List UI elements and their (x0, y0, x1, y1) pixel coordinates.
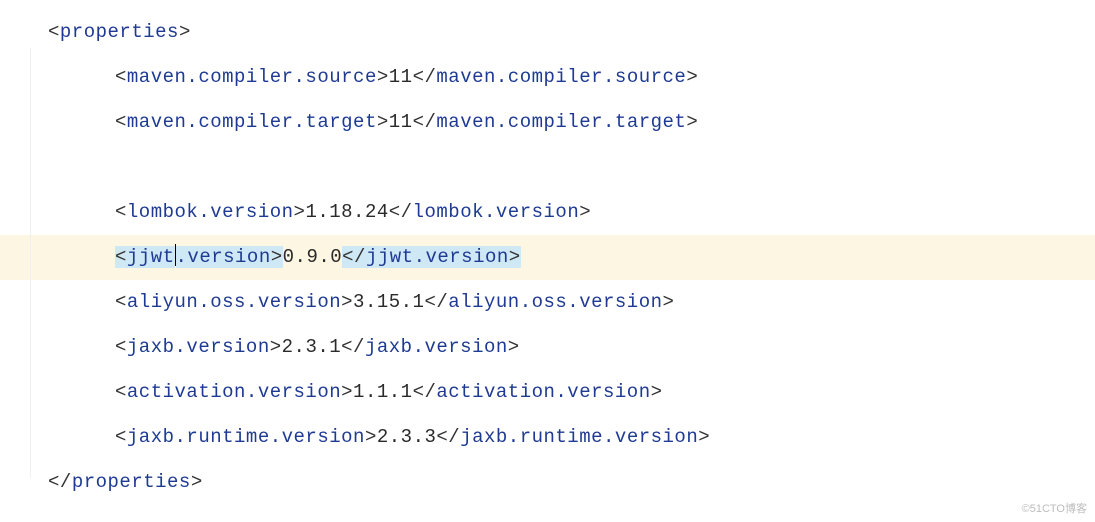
xml-code-block: <properties> <maven.compiler.source>11</… (0, 0, 1095, 505)
property-line-highlighted: <jjwt.version>0.9.0</jjwt.version> (0, 235, 1095, 280)
tag-close-name: lombok.version (413, 201, 580, 223)
gutter-line (30, 48, 31, 478)
tag-value: 11 (389, 111, 413, 133)
tag-value: 1.18.24 (305, 201, 388, 223)
tag-close-name: jaxb.version (365, 336, 508, 358)
property-line: <jaxb.version>2.3.1</jaxb.version> (0, 325, 1095, 370)
text-cursor (175, 244, 176, 266)
property-line: <activation.version>1.1.1</activation.ve… (0, 370, 1095, 415)
root-tag-close-name: properties (72, 471, 191, 493)
tag-value: 2.3.3 (377, 426, 437, 448)
tag-close-name: aliyun.oss.version (448, 291, 662, 313)
tag-close-name: jjwt.version (366, 246, 509, 268)
property-line: <maven.compiler.source>11</maven.compile… (0, 55, 1095, 100)
tag-name: lombok.version (127, 201, 294, 223)
blank-line (0, 145, 1095, 190)
property-line: <aliyun.oss.version>3.15.1</aliyun.oss.v… (0, 280, 1095, 325)
tag-name: activation.version (127, 381, 341, 403)
tag-close-name: maven.compiler.target (436, 111, 686, 133)
tag-name: maven.compiler.target (127, 111, 377, 133)
tag-name: jaxb.version (127, 336, 270, 358)
tag-close-name: activation.version (436, 381, 650, 403)
root-tag-name: properties (60, 21, 179, 43)
root-open-tag: <properties> (0, 10, 1095, 55)
tag-name: maven.compiler.source (127, 66, 377, 88)
tag-name: aliyun.oss.version (127, 291, 341, 313)
tag-value: 2.3.1 (282, 336, 342, 358)
tag-value: 11 (389, 66, 413, 88)
property-line: <lombok.version>1.18.24</lombok.version> (0, 190, 1095, 235)
root-close-tag: </properties> (0, 460, 1095, 505)
watermark: ©51CTO博客 (1022, 500, 1087, 516)
tag-value: 1.1.1 (353, 381, 413, 403)
property-line: <maven.compiler.target>11</maven.compile… (0, 100, 1095, 145)
tag-value: 3.15.1 (353, 291, 424, 313)
property-line: <jaxb.runtime.version>2.3.3</jaxb.runtim… (0, 415, 1095, 460)
tag-close-name: maven.compiler.source (436, 66, 686, 88)
tag-close-name: jaxb.runtime.version (460, 426, 698, 448)
tag-name: jaxb.runtime.version (127, 426, 365, 448)
tag-value: 0.9.0 (283, 246, 343, 268)
